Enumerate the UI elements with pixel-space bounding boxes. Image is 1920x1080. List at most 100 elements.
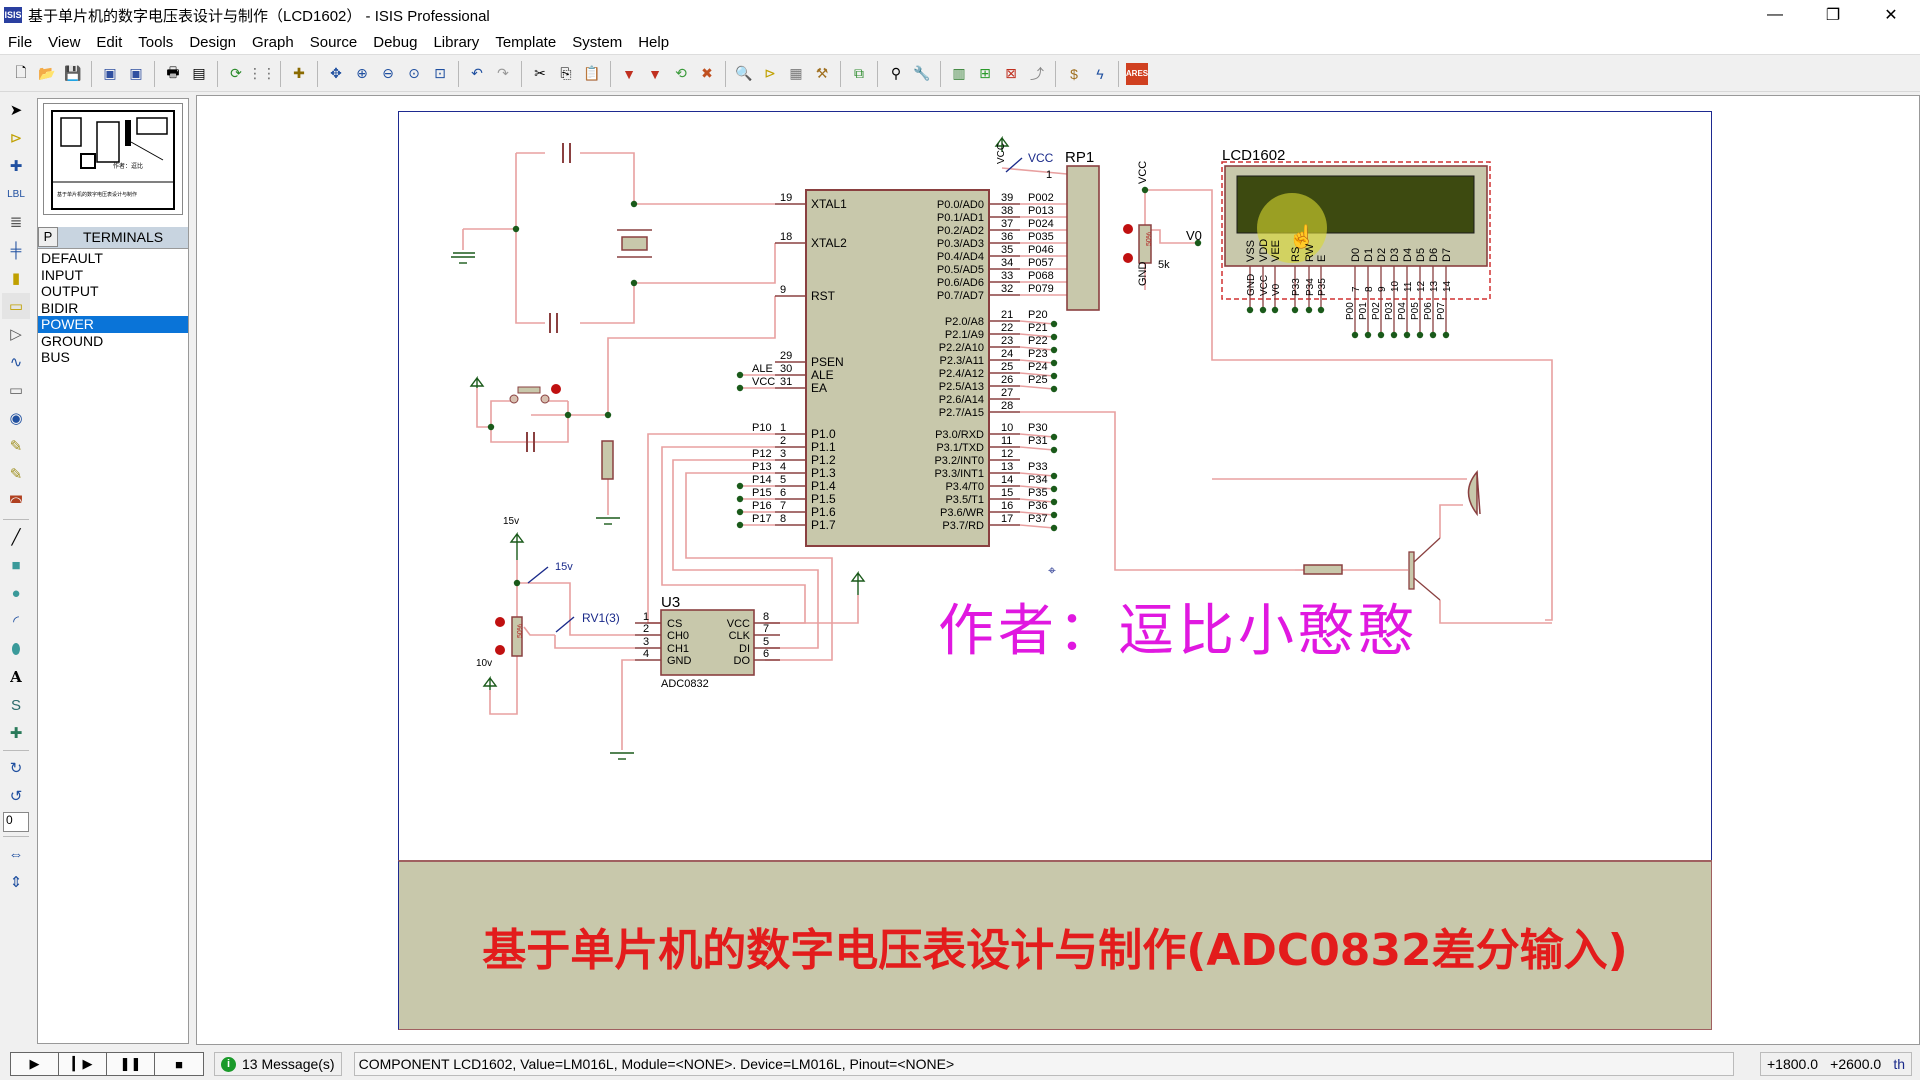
mcu-pin-label: P1.3 [811,466,836,480]
adc-pin-label: CH1 [667,643,689,655]
cursor-coordinates: +1800.0 +2600.0 th [1760,1052,1912,1076]
mcu-pin-label: P0.7/AD7 [937,290,984,302]
mcu-pin-number: 24 [1001,348,1013,360]
mcu-pin-label: EA [811,381,827,395]
adc-pin-label: VCC [727,618,750,630]
power-terminal [850,570,866,595]
adc-pin-number: 6 [763,648,769,660]
mcu-pin-number: 15 [1001,487,1013,499]
net-label: P14 [752,474,772,486]
wire [490,401,569,443]
junction-dot [1291,306,1299,314]
mcu-pin-label: P1.7 [811,518,836,532]
pause-button[interactable]: ❚❚ [107,1053,155,1075]
mcu-pin-label: P1.2 [811,453,836,467]
probe-marker [1123,253,1133,263]
net-label: P17 [752,513,772,525]
mcu-pin-label: P2.4/A12 [939,368,984,380]
rv1-top-voltage: 15v [503,516,519,527]
coord-y: +2600.0 [1830,1056,1882,1072]
reset-resistor [601,440,614,480]
mcu-pin-label: P0.6/AD6 [937,277,984,289]
mcu-pin-number: 22 [1001,322,1013,334]
pot-vcc-label: VCC [1137,161,1149,184]
mcu-pin-label: P1.5 [811,492,836,506]
wire [476,388,491,428]
lcd-net-label: P35 [1317,278,1328,296]
junction-dot [512,225,520,233]
mcu-pin-label: P0.3/AD3 [937,238,984,250]
junction-dot [736,508,744,516]
mcu-pin-number: 17 [1001,513,1013,525]
mcu-pin-label: P2.0/A8 [945,316,984,328]
junction-dot [736,482,744,490]
rp1-pin-number: 1 [1046,169,1052,181]
simulation-controls: ▶ ▎▶ ❚❚ ■ [10,1052,204,1076]
mcu-pin-label: P0.4/AD4 [937,251,984,263]
probe-marker [1123,224,1133,234]
lcd-pin-label: D1 [1363,248,1375,262]
mcu-pin-label: P1.6 [811,505,836,519]
lcd-net-label: VCC [1259,275,1270,296]
wire [1001,167,1068,175]
mcu-pin-number: 32 [1001,283,1013,295]
mcu-pin-number: 11 [1001,435,1012,447]
lcd-pin-number: 9 [1377,286,1388,292]
junction-dot [1050,485,1058,493]
mcu-pin-number: 19 [780,192,792,204]
mcu-pin-label: P1.1 [811,440,836,454]
mcu-pin-number: 25 [1001,361,1013,373]
mcu-pin-number: 12 [1001,448,1013,460]
lcd-pin-label: VDD [1258,239,1270,262]
probe-marker [495,617,505,627]
net-label: P13 [752,461,772,473]
mcu-pin-number: 30 [780,363,792,375]
mcu-pin-number: 3 [780,448,786,460]
stop-button[interactable]: ■ [155,1053,203,1075]
junction-dot [1050,346,1058,354]
lcd-pin-number: 7 [1351,286,1362,292]
voltage-probe-arrow [555,616,575,633]
net-label: P057 [1028,257,1054,269]
wire [490,400,512,413]
mcu-pin-label: P0.5/AD5 [937,264,984,276]
mcu-pin-label: ALE [811,368,834,382]
junction-dot [1442,331,1450,339]
net-label: P25 [1028,374,1048,386]
adc-pin-number: 4 [643,648,649,660]
mcu-pin-number: 21 [1001,309,1013,321]
author-label: 作者：逗比小憨憨 [938,599,1418,664]
lcd-pin-number: 12 [1416,280,1427,292]
coord-unit: th [1893,1056,1905,1072]
reset-button [517,386,541,394]
project-title-text: 基于单片机的数字电压表设计与制作(ADC0832差分输入) [482,924,1628,976]
lcd-net-label: V0 [1271,283,1282,296]
lcd-pin-number: 13 [1429,280,1440,292]
lcd-net-label: P01 [1358,302,1369,320]
messages-indicator[interactable]: i 13 Message(s) [214,1052,342,1076]
mcu-pin-number: 27 [1001,387,1013,399]
adc-pin-label: GND [667,655,692,667]
mcu-pin-label: P2.7/A15 [939,407,984,419]
net-label: P15 [752,487,772,499]
step-button[interactable]: ▎▶ [59,1053,107,1075]
wire [523,626,555,636]
mcu-pin-label: XTAL1 [811,197,847,211]
play-button[interactable]: ▶ [11,1053,59,1075]
lcd-pin-label: D7 [1441,248,1453,262]
lcd-pin-label: RW [1304,243,1316,262]
net-label: P36 [1028,500,1048,512]
mcu-pin-number: 7 [780,500,786,512]
lcd-pin-label: D2 [1376,248,1388,262]
junction-dot [564,411,572,419]
mcu-pin-label: P2.3/A11 [940,355,984,367]
mcu-pin-number: 18 [780,231,792,243]
junction-dot [1050,511,1058,519]
mcu-pin-number: 38 [1001,205,1013,217]
lcd-net-label: GND [1246,274,1257,296]
junction-dot [1050,524,1058,532]
origin-marker-icon: ⌖ [1048,562,1056,578]
junction-dot [1050,433,1058,441]
net-label: P20 [1028,309,1048,321]
net-label: P37 [1028,513,1048,525]
